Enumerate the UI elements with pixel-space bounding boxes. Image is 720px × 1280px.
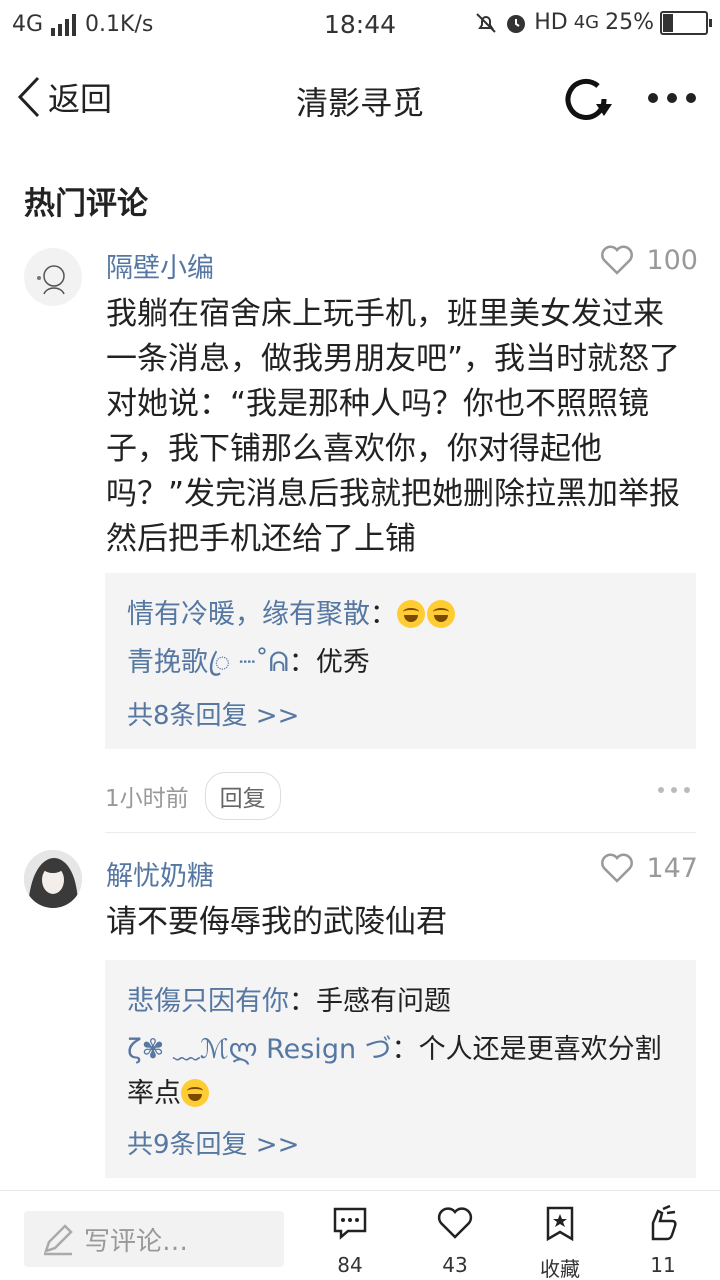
reply-username[interactable]: 情有冷暖，缘有聚散 bbox=[127, 599, 370, 630]
avatar[interactable] bbox=[24, 850, 82, 908]
reply-item: 青挽歌ꦿ ┈˚ᕱ：优秀 bbox=[127, 647, 370, 678]
like-count: 147 bbox=[646, 852, 698, 884]
alarm-icon bbox=[507, 14, 526, 33]
like-count: 100 bbox=[646, 244, 698, 276]
reply-item: ζ✾ ﹏ℳლ Resign づ：个人还是更喜欢分割率点 bbox=[127, 1034, 662, 1109]
section-title: 热门评论 bbox=[24, 186, 148, 222]
see-all-replies-link[interactable]: 共9条回复 >> bbox=[127, 1124, 299, 1161]
comment-bubble-icon bbox=[333, 1207, 367, 1240]
status-bar: 4G 0.1K/s 18:44 HD 4G 25% bbox=[0, 0, 720, 50]
favorite-label: 收藏 bbox=[540, 1257, 580, 1280]
avatar[interactable] bbox=[24, 248, 82, 306]
heart-icon bbox=[601, 245, 634, 275]
battery-icon bbox=[660, 10, 712, 35]
hd-indicator: HD bbox=[534, 10, 568, 35]
heart-icon bbox=[437, 1207, 473, 1239]
like-button[interactable]: 147 bbox=[600, 852, 698, 884]
comment-meta: 1小时前 回复 bbox=[105, 772, 281, 820]
smile-emoji-icon bbox=[181, 1079, 209, 1107]
more-menu-button[interactable] bbox=[648, 78, 696, 118]
favorite-button[interactable]: 收藏 bbox=[525, 1205, 595, 1280]
reply-box[interactable]: 情有冷暖，缘有聚散： 青挽歌ꦿ ┈˚ᕱ：优秀 共8条回复 >> bbox=[105, 573, 696, 749]
pencil-icon bbox=[44, 1224, 73, 1256]
reply-item: 情有冷暖，缘有聚散： bbox=[127, 593, 683, 637]
heart-icon bbox=[601, 853, 634, 883]
comments-count: 84 bbox=[337, 1253, 363, 1277]
comment-username[interactable]: 隔壁小编 bbox=[106, 246, 214, 285]
like-post-button[interactable]: 43 bbox=[420, 1205, 490, 1277]
network-type-2: 4G bbox=[573, 12, 600, 33]
page: 4G 0.1K/s 18:44 HD 4G 25% 返回 清影寻觅 热门评论 隔… bbox=[0, 0, 720, 1280]
mute-bell-icon bbox=[476, 12, 496, 33]
share-count: 11 bbox=[650, 1253, 676, 1277]
share-button[interactable]: 11 bbox=[628, 1205, 698, 1277]
comment-placeholder: 写评论… bbox=[84, 1226, 189, 1257]
share-hand-icon bbox=[651, 1205, 677, 1241]
bottom-bar: 写评论… 84 43 收藏 11 bbox=[0, 1190, 720, 1280]
see-all-replies-link[interactable]: 共8条回复 >> bbox=[127, 695, 299, 732]
comment-input[interactable]: 写评论… bbox=[24, 1211, 284, 1267]
battery-percent: 25% bbox=[605, 10, 654, 35]
title-bar: 返回 清影寻觅 bbox=[0, 60, 720, 136]
laugh-emoji-icon bbox=[427, 600, 455, 628]
laugh-emoji-icon bbox=[397, 600, 425, 628]
divider bbox=[105, 832, 696, 833]
comment-username[interactable]: 解忧奶糖 bbox=[106, 854, 214, 893]
comment-more-button[interactable] bbox=[658, 787, 690, 793]
comment-time: 1小时前 bbox=[105, 786, 189, 812]
comments-button[interactable]: 84 bbox=[315, 1205, 385, 1277]
refresh-icon[interactable] bbox=[560, 74, 616, 124]
reply-item: 悲傷只因有你：手感有问题 bbox=[127, 986, 451, 1017]
like-button[interactable]: 100 bbox=[600, 244, 698, 276]
reply-username[interactable]: 青挽歌ꦿ ┈˚ᕱ bbox=[127, 647, 289, 678]
reply-username[interactable]: 悲傷只因有你 bbox=[127, 986, 289, 1017]
likes-count: 43 bbox=[442, 1253, 468, 1277]
reply-button[interactable]: 回复 bbox=[204, 772, 281, 820]
comment-text: 请不要侮辱我的武陵仙君 bbox=[106, 904, 447, 940]
comment-text: 我躺在宿舍床上玩手机，班里美女发过来一条消息，做我男朋友吧”，我当时就怒了对她说… bbox=[106, 296, 681, 557]
reply-box[interactable]: 悲傷只因有你：手感有问题 ζ✾ ﹏ℳლ Resign づ：个人还是更喜欢分割率点… bbox=[105, 960, 696, 1178]
bookmark-star-icon bbox=[546, 1206, 574, 1241]
reply-username[interactable]: ζ✾ ﹏ℳლ Resign づ bbox=[127, 1034, 392, 1065]
